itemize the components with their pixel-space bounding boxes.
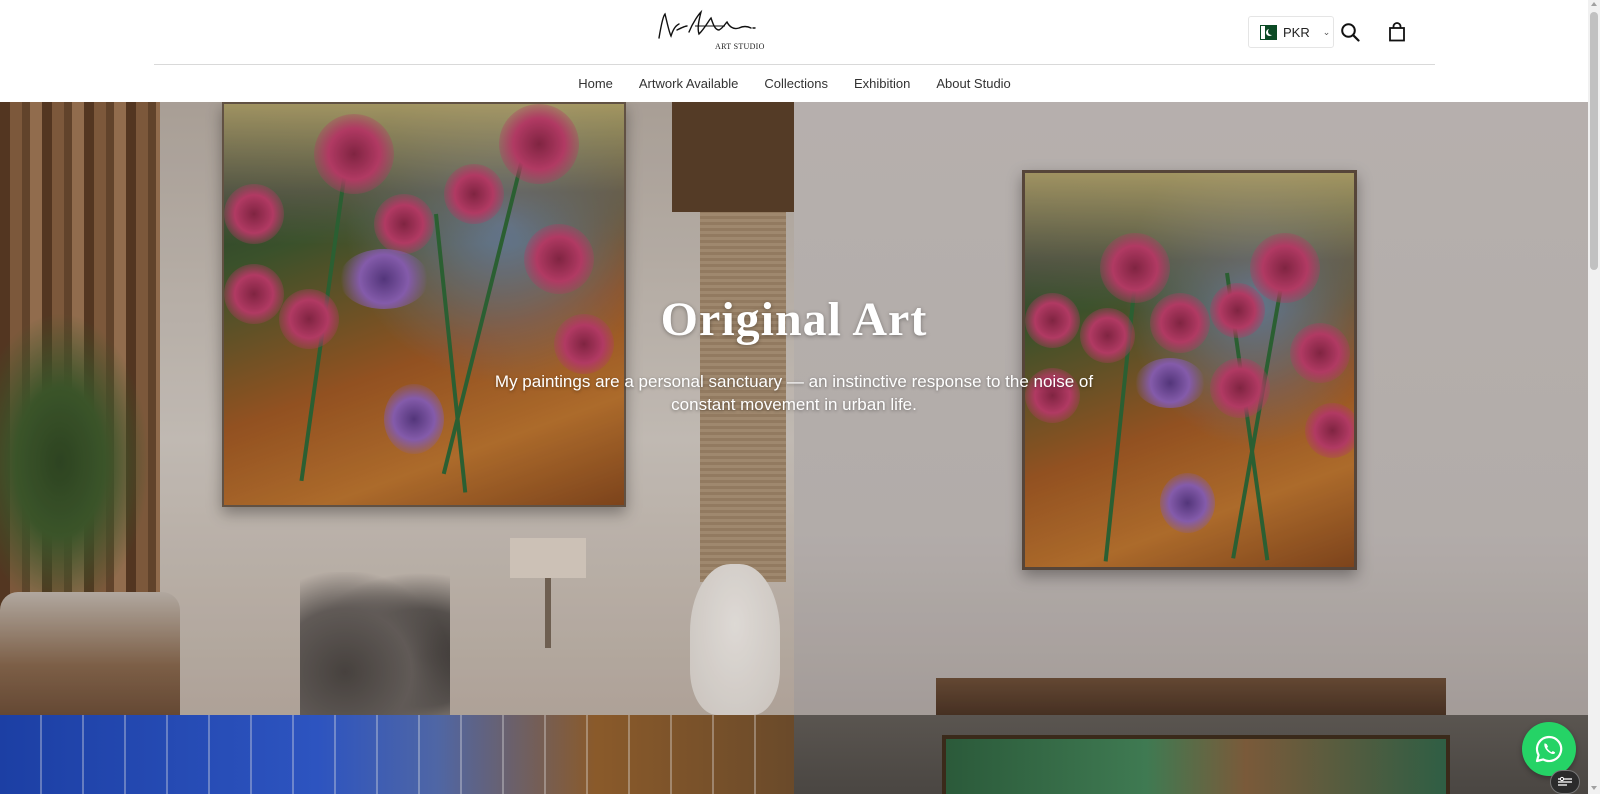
nav-item-collections[interactable]: Collections: [751, 76, 841, 91]
scrollbar-thumb[interactable]: [1590, 12, 1598, 270]
site-header: ART STUDIO PKR ⌄ Home Artwork Available …: [0, 0, 1588, 102]
hero-description: My paintings are a personal sanctuary — …: [494, 372, 1094, 414]
whatsapp-icon: [1535, 735, 1563, 763]
settings-widget-button[interactable]: [1550, 770, 1580, 794]
currency-selector[interactable]: PKR ⌄: [1248, 16, 1334, 48]
shopping-bag-icon: [1389, 22, 1405, 42]
currency-code: PKR: [1283, 24, 1310, 40]
nav-item-artwork-available[interactable]: Artwork Available: [626, 76, 751, 91]
settings-sliders-icon: [1558, 776, 1572, 786]
nav-item-home[interactable]: Home: [565, 76, 626, 91]
logo-subtitle: ART STUDIO: [715, 42, 765, 51]
chevron-down-icon: ⌄: [1322, 26, 1331, 37]
scroll-up-arrow-icon[interactable]: [1591, 2, 1597, 6]
hero-title: Original Art: [660, 293, 928, 346]
studio-logo[interactable]: ART STUDIO: [655, 8, 765, 54]
signature-logo-icon: [658, 9, 756, 39]
nav-item-about-studio[interactable]: About Studio: [923, 76, 1023, 91]
whatsapp-button[interactable]: [1522, 722, 1576, 776]
scroll-down-arrow-icon[interactable]: [1591, 786, 1597, 790]
framed-painting-green: [942, 735, 1450, 794]
page-scrollbar[interactable]: [1588, 0, 1600, 794]
search-button[interactable]: [1338, 20, 1362, 44]
search-icon: [1341, 23, 1360, 42]
hero-banner: Original Art My paintings are a personal…: [0, 102, 1588, 715]
main-nav: Home Artwork Available Collections Exhib…: [154, 65, 1435, 102]
pakistan-flag-icon: [1260, 24, 1277, 40]
abstract-painting-blue: [0, 715, 794, 794]
nav-item-exhibition[interactable]: Exhibition: [841, 76, 923, 91]
cart-button[interactable]: [1385, 20, 1409, 44]
